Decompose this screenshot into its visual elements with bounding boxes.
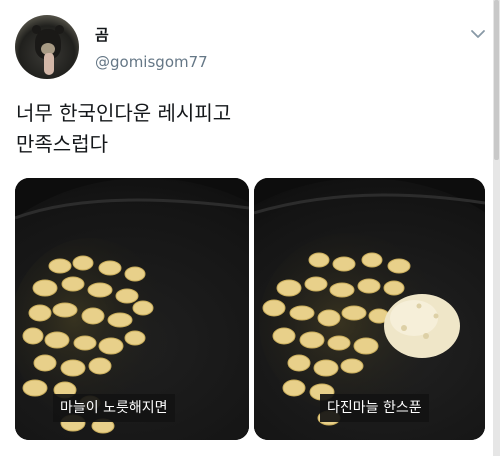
photo-caption: 다진마늘 한스푼 bbox=[320, 394, 429, 422]
tweet-text-line: 만족스럽다 bbox=[16, 132, 108, 156]
user-handle[interactable]: @gomisgom77 bbox=[95, 53, 208, 71]
display-name[interactable]: 곰 bbox=[95, 24, 109, 45]
scrollbar-thumb[interactable] bbox=[494, 0, 499, 160]
photo-caption: 마늘이 노릇해지면 bbox=[53, 394, 175, 422]
minced-garlic-pile bbox=[384, 294, 460, 358]
tweet-text-line: 너무 한국인다운 레시피고 bbox=[16, 101, 232, 125]
chevron-down-icon[interactable] bbox=[470, 28, 486, 40]
bear-tongue bbox=[44, 53, 54, 75]
tweet-text: 너무 한국인다운 레시피고 만족스럽다 bbox=[16, 98, 476, 160]
tweet: 곰 @gomisgom77 너무 한국인다운 레시피고 만족스럽다 마늘이 노릇… bbox=[0, 0, 500, 456]
avatar[interactable] bbox=[15, 15, 79, 79]
